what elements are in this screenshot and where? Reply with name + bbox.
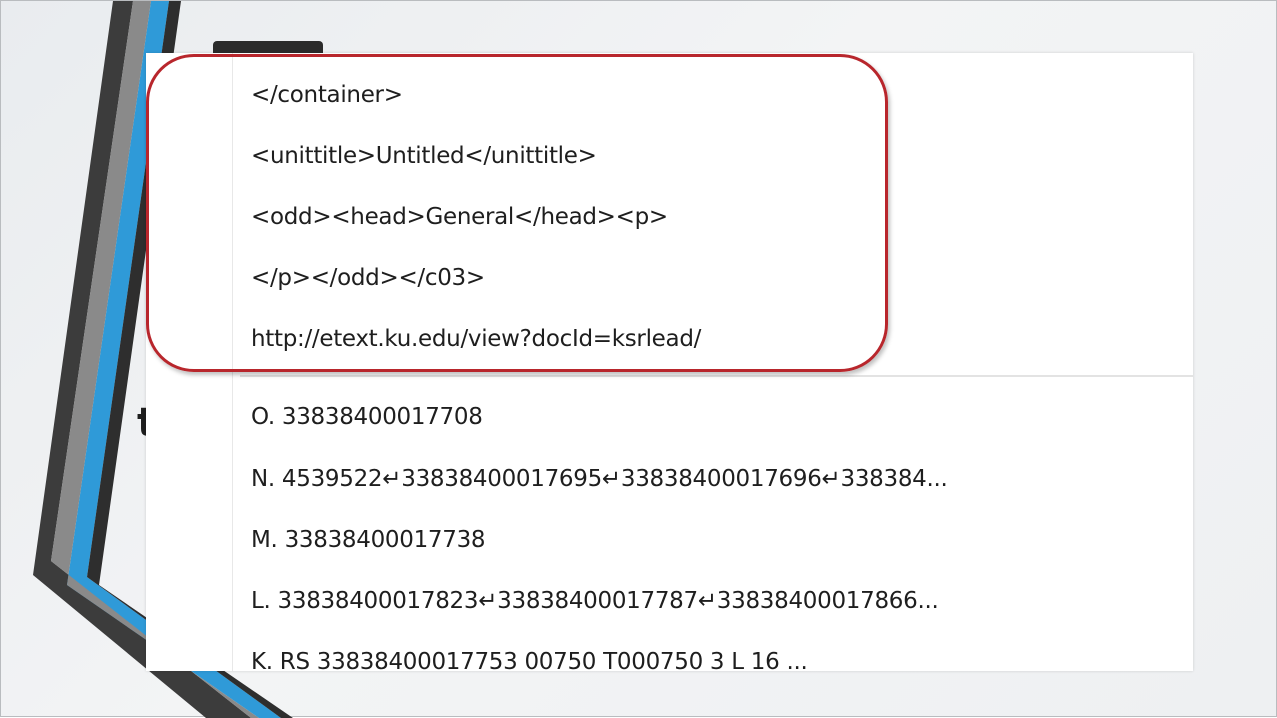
history-item-n[interactable]: N. 4539522↵33838400017695↵33838400017696… [251,459,948,499]
history-item-m[interactable]: M. 33838400017738 [251,520,486,560]
highlight-ring [146,54,888,372]
history-item-k[interactable]: K. RS 33838400017753 00750 T000750 3 L 1… [251,642,808,682]
history-item-o[interactable]: O. 33838400017708 [251,397,483,437]
history-item-l[interactable]: L. 33838400017823↵33838400017787↵3383840… [251,581,939,621]
slide-background: t </container> <unittitle>Untitled</unit… [0,0,1277,718]
dropdown-separator [240,375,1193,377]
